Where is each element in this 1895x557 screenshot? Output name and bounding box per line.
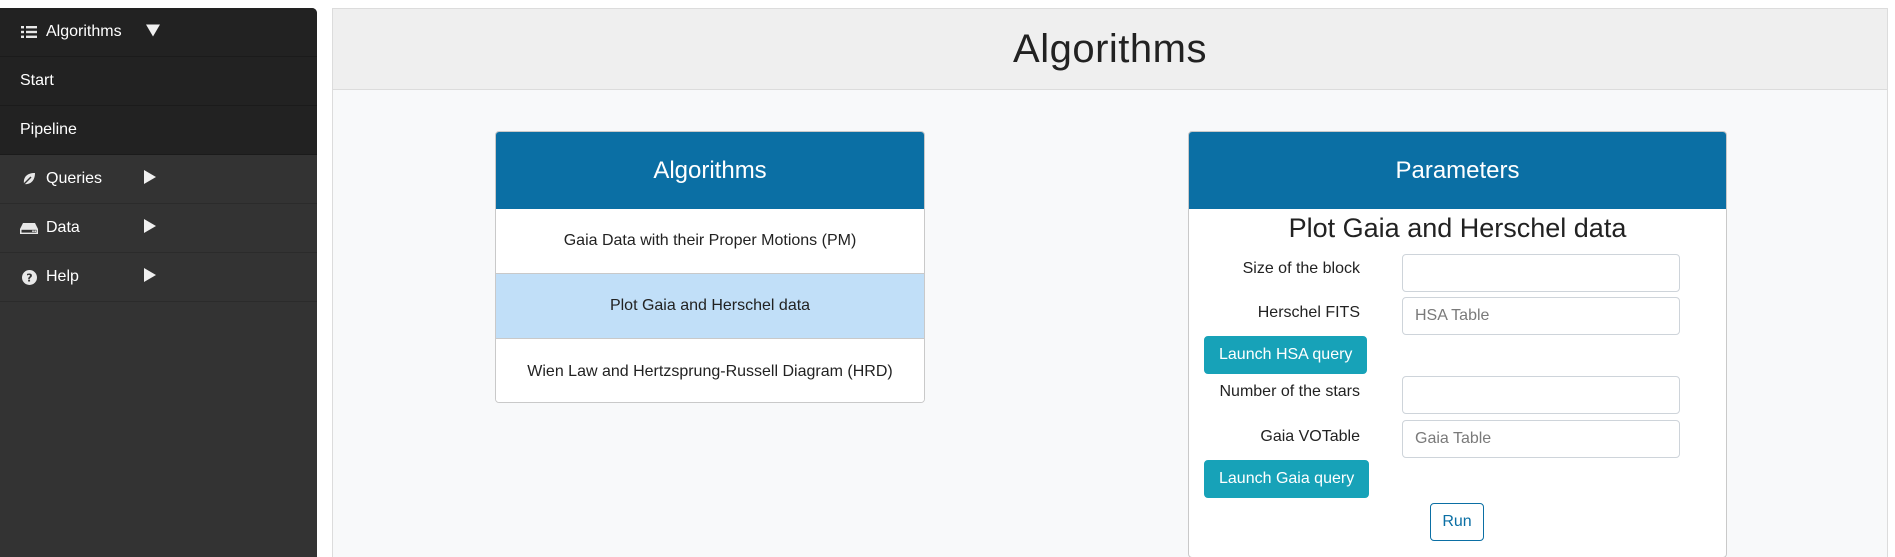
svg-text:?: ? (26, 271, 32, 284)
caret-down-icon (146, 24, 160, 41)
sidebar-item-algorithms[interactable]: Algorithms (0, 8, 317, 57)
list-icon (20, 25, 38, 39)
caret-right-icon (144, 170, 156, 188)
sidebar-item-label: Queries (46, 170, 103, 187)
sidebar-item-data[interactable]: Data (0, 204, 317, 253)
parameters-subtitle: Plot Gaia and Herschel data (1288, 213, 1627, 243)
gaia-votable-label: Gaia VOTable (1260, 428, 1360, 445)
algorithm-item-gaia-herschel[interactable]: Plot Gaia and Herschel data (496, 274, 924, 339)
question-circle-icon: ? (20, 269, 38, 285)
sidebar-item-label: Start (20, 72, 54, 89)
parameters-card-header: Parameters (1189, 132, 1726, 209)
caret-right-icon (144, 219, 156, 237)
launch-gaia-query-button[interactable]: Launch Gaia query (1204, 460, 1370, 498)
sidebar: Algorithms Start Pipeline Queries Data ?… (0, 8, 317, 557)
page-header: Algorithms (333, 9, 1887, 90)
algorithm-item-pm[interactable]: Gaia Data with their Proper Motions (PM) (496, 209, 924, 274)
sidebar-item-label: Algorithms (46, 23, 122, 40)
main-panel: Algorithms Algorithms Gaia Data with the… (332, 8, 1888, 557)
sidebar-item-help[interactable]: ? Help (0, 253, 317, 302)
leaf-icon (20, 172, 38, 186)
sidebar-item-label: Pipeline (20, 121, 77, 138)
run-button[interactable]: Run (1430, 503, 1484, 541)
block-size-input[interactable] (1402, 254, 1680, 292)
herschel-fits-input[interactable] (1402, 297, 1680, 335)
algorithms-card-header: Algorithms (496, 132, 924, 209)
caret-right-icon (144, 268, 156, 286)
sidebar-item-queries[interactable]: Queries (0, 155, 317, 204)
sidebar-item-label: Help (46, 268, 79, 285)
sidebar-item-start[interactable]: Start (0, 57, 317, 106)
num-stars-label: Number of the stars (1219, 383, 1361, 400)
algorithms-card: Algorithms Gaia Data with their Proper M… (495, 131, 925, 403)
hdd-icon (20, 222, 38, 235)
herschel-fits-label: Herschel FITS (1257, 304, 1360, 321)
sidebar-item-label: Data (46, 219, 80, 236)
block-size-label: Size of the block (1242, 260, 1360, 277)
sidebar-item-pipeline[interactable]: Pipeline (0, 106, 317, 155)
page-title: Algorithms (1013, 26, 1207, 71)
parameters-card: Parameters Plot Gaia and Herschel data S… (1188, 131, 1727, 557)
num-stars-input[interactable] (1402, 376, 1680, 414)
algorithm-item-wien-hrd[interactable]: Wien Law and Hertzsprung-Russell Diagram… (496, 339, 924, 402)
gaia-votable-input[interactable] (1402, 420, 1680, 458)
launch-hsa-query-button[interactable]: Launch HSA query (1204, 336, 1368, 374)
